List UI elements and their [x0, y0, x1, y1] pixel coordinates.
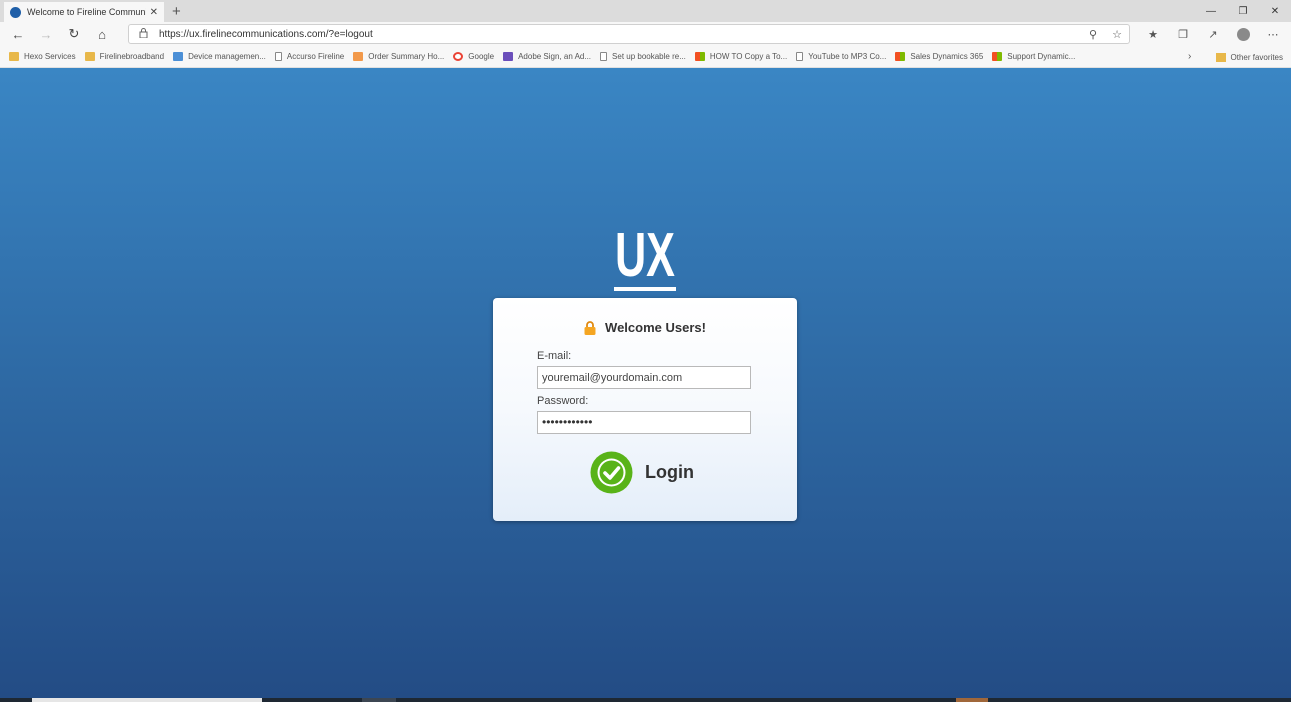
favorites-icon[interactable]: ★ — [1138, 22, 1168, 46]
favorite-item[interactable]: Support Dynamic... — [992, 52, 1075, 61]
favorite-item[interactable]: Accurso Fireline — [274, 52, 344, 61]
email-label: E-mail: — [537, 350, 572, 362]
google-icon — [453, 52, 464, 61]
page-icon — [274, 52, 282, 61]
svg-text:UX: UX — [615, 224, 675, 290]
toolbar-buttons: ★ ❐ ↗ ⋯ — [1138, 22, 1288, 46]
device-icon — [173, 52, 184, 61]
more-menu-icon[interactable]: ⋯ — [1258, 22, 1288, 46]
url-text[interactable]: https://ux.firelinecommunications.com/?e… — [159, 29, 1081, 40]
other-favorites[interactable]: Other favorites — [1215, 46, 1283, 68]
forward-arrow-icon[interactable]: → — [32, 22, 60, 46]
favorite-item[interactable]: Google — [453, 52, 494, 61]
favorite-item[interactable]: Firelinebroadband — [84, 52, 164, 61]
folder-icon — [1215, 52, 1226, 62]
ms-icon — [992, 52, 1003, 61]
home-icon[interactable]: ⌂ — [88, 22, 116, 46]
password-field[interactable]: •••••••••••• — [537, 411, 751, 434]
favorite-item[interactable]: Sales Dynamics 365 — [895, 52, 983, 61]
share-icon[interactable]: ↗ — [1198, 22, 1228, 46]
folder-icon — [84, 52, 95, 61]
favorite-item[interactable]: Order Summary Ho... — [353, 52, 444, 61]
favorite-item[interactable]: Set up bookable re... — [600, 52, 686, 61]
navigation-bar: ← → ↻ ⌂ https://ux.firelinecommunication… — [0, 22, 1291, 46]
tab-strip: Welcome to Fireline Communica ✕ + — ❐ ✕ — [0, 0, 1291, 22]
page-background: UX Welcome Users! E-mail: Password: ••••… — [0, 68, 1291, 698]
password-label: Password: — [537, 395, 589, 407]
profile-avatar[interactable] — [1228, 22, 1258, 46]
browser-tab[interactable]: Welcome to Fireline Communica ✕ — [4, 2, 164, 22]
site-favicon-icon — [10, 6, 21, 18]
welcome-text: Welcome Users! — [605, 320, 706, 335]
taskbar-item[interactable] — [362, 698, 396, 702]
back-arrow-icon[interactable]: ← — [4, 22, 32, 46]
restore-button[interactable]: ❐ — [1227, 0, 1259, 22]
favorite-item[interactable]: Device managemen... — [173, 52, 266, 61]
close-window-button[interactable]: ✕ — [1259, 0, 1291, 22]
ms-icon — [895, 52, 906, 61]
adobe-icon — [503, 52, 514, 61]
window-controls: — ❐ ✕ — [1195, 0, 1291, 22]
order-icon — [353, 52, 364, 61]
minimize-button[interactable]: — — [1195, 0, 1227, 22]
login-button[interactable]: Login — [590, 451, 694, 494]
taskbar-item[interactable] — [32, 698, 262, 702]
refresh-icon[interactable]: ↻ — [60, 22, 88, 46]
favorite-item[interactable]: Hexo Services — [9, 52, 76, 61]
login-label: Login — [645, 462, 694, 482]
favorite-item[interactable]: Adobe Sign, an Ad... — [503, 52, 591, 61]
login-card: Welcome Users! E-mail: Password: •••••••… — [493, 298, 797, 521]
taskbar — [0, 698, 1291, 702]
new-tab-button[interactable]: + — [172, 2, 181, 22]
ms-icon — [694, 52, 705, 61]
collections-icon[interactable]: ❐ — [1168, 22, 1198, 46]
page-icon — [796, 52, 804, 61]
tab-title: Welcome to Fireline Communica — [27, 7, 146, 17]
tab-close-icon[interactable]: ✕ — [150, 7, 158, 18]
favorite-item[interactable]: YouTube to MP3 Co... — [796, 52, 886, 61]
secure-lock-icon[interactable] — [133, 28, 153, 40]
padlock-icon — [584, 320, 596, 335]
add-favorite-star-icon[interactable]: ☆ — [1105, 28, 1129, 41]
ux-logo: UX — [614, 224, 676, 291]
favorites-bar: Hexo Services Firelinebroadband Device m… — [0, 46, 1291, 68]
zoom-icon[interactable]: ⚲ — [1081, 28, 1105, 41]
page-icon — [600, 52, 608, 61]
address-bar[interactable]: https://ux.firelinecommunications.com/?e… — [128, 24, 1130, 44]
taskbar-item[interactable] — [956, 698, 988, 702]
more-favorites-chevron-icon[interactable]: › — [1188, 46, 1191, 68]
checkmark-icon — [590, 451, 633, 494]
email-field[interactable] — [537, 366, 751, 389]
folder-icon — [9, 52, 19, 61]
favorite-item[interactable]: HOW TO Copy a To... — [694, 52, 787, 61]
welcome-heading: Welcome Users! — [493, 320, 797, 335]
